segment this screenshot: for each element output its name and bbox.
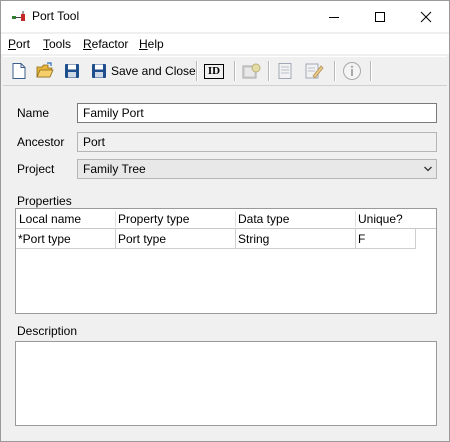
toolbar-separator [268,61,270,81]
cell-local-name[interactable]: *Port type [16,229,116,249]
menu-bar: Port Tools Refactor Help [1,34,449,54]
save-and-close-label: Save and Close [111,64,196,78]
project-select[interactable]: Family Tree [77,159,437,179]
column-header-local-name[interactable]: Local name [19,212,81,226]
minimize-button[interactable] [311,1,357,32]
menu-refactor-label: efactor [91,37,129,51]
column-header-unique[interactable]: Unique? [358,212,403,226]
id-button[interactable]: ID [204,60,224,82]
properties-table-header: Local name Property type Data type Uniqu… [16,209,436,229]
ancestor-field: Port [77,132,437,152]
title-bar[interactable]: Port Tool [1,1,449,32]
ancestor-label: Ancestor [17,135,65,149]
port-tool-window: Port Tool Port Tools Refactor Help Save … [0,0,450,442]
info-disabled-icon [343,62,361,80]
close-icon [420,11,432,22]
column-divider[interactable] [115,211,116,227]
properties-table[interactable]: Local name Property type Data type Uniqu… [15,208,437,314]
menu-tools-label: ools [49,37,72,51]
menu-refactor[interactable]: Refactor [83,37,128,51]
name-field[interactable]: Family Port [77,103,437,123]
column-header-property-type[interactable]: Property type [118,212,189,226]
project-label: Project [17,162,55,176]
menu-help[interactable]: Help [139,37,164,51]
save-button[interactable] [63,60,81,82]
properties-button[interactable] [276,60,294,82]
column-divider[interactable] [355,211,356,227]
properties-disabled-icon [278,63,292,79]
id-icon: ID [204,63,224,79]
chevron-down-icon [424,166,432,172]
edit-button[interactable] [304,60,324,82]
image-button[interactable] [242,60,262,82]
menu-port-accel: P [8,37,17,51]
save-disk-icon [65,64,79,78]
toolbar-separator [234,61,236,81]
minimize-icon [329,16,339,18]
save-and-close-button[interactable]: Save and Close [90,60,196,82]
toolbar-separator [334,61,336,81]
menu-tools[interactable]: Tools [43,37,71,51]
toolbar-separator [370,61,372,81]
new-document-icon [12,63,26,79]
open-button[interactable] [36,60,54,82]
cell-data-type[interactable]: String [236,229,356,249]
save-and-close-icon [92,64,106,78]
maximize-button[interactable] [357,1,403,32]
toolbar-separator [196,61,198,81]
menu-port[interactable]: Port [8,37,30,51]
table-row[interactable]: *Port type Port type String F [16,229,436,249]
menu-port-label: ort [16,37,31,51]
project-selected-value: Family Tree [83,162,146,176]
description-textarea[interactable] [15,341,437,426]
image-disabled-icon [242,63,261,79]
menu-refactor-accel: R [83,37,92,51]
menu-help-label: elp [147,37,164,51]
cell-unique[interactable]: F [356,229,416,249]
toolbar: Save and Close ID [3,56,447,86]
window-title: Port Tool [32,9,80,23]
port-tool-app-icon [11,9,27,25]
cell-property-type[interactable]: Port type [116,229,236,249]
properties-label: Properties [17,194,72,208]
open-folder-icon [36,62,54,78]
column-header-data-type[interactable]: Data type [238,212,289,226]
description-label: Description [17,324,78,338]
info-button[interactable] [342,60,362,82]
column-divider[interactable] [235,211,236,227]
maximize-icon [375,11,385,22]
close-button[interactable] [403,1,449,32]
menu-help-accel: H [139,37,148,51]
edit-disabled-icon [305,63,324,79]
name-label: Name [17,106,50,120]
id-icon-label: ID [207,64,221,77]
new-button[interactable] [10,60,28,82]
